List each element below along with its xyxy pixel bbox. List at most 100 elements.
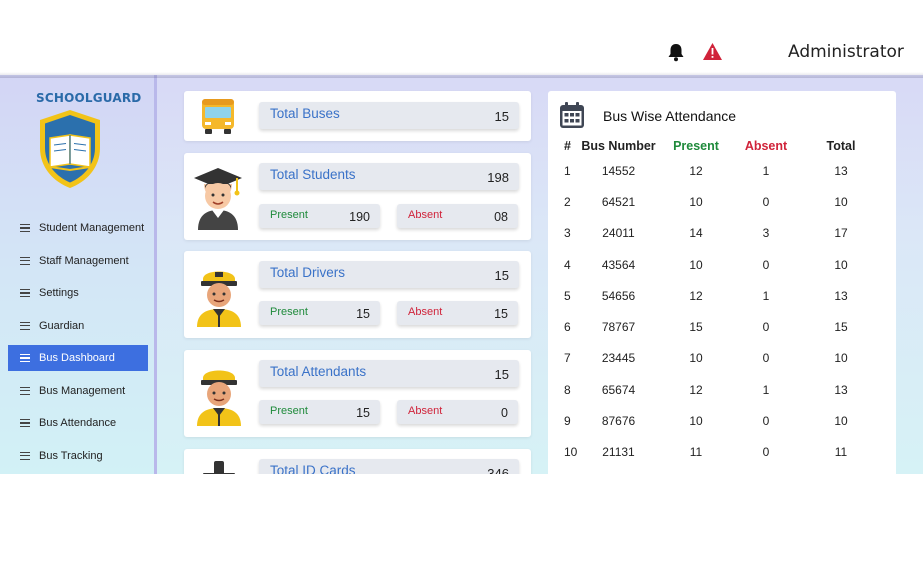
total-count: 13 bbox=[834, 288, 848, 303]
attendance-table: # Bus Number Present Absent Total 1 14552… bbox=[556, 137, 886, 468]
total-count: 10 bbox=[834, 351, 848, 366]
attendants-present-label: Present bbox=[270, 405, 308, 417]
topbar-shadow bbox=[0, 72, 923, 78]
total-buses-pill: Total Buses 15 bbox=[259, 102, 519, 129]
present-count: 10 bbox=[689, 414, 703, 429]
sidebar-item-bus-dashboard[interactable]: Bus Dashboard bbox=[8, 345, 148, 371]
total-count: 17 bbox=[834, 226, 848, 241]
total-students-label: Total Students bbox=[270, 167, 356, 182]
sidebar-item-settings[interactable]: Settings bbox=[8, 280, 148, 306]
total-drivers-pill: Total Drivers 15 bbox=[259, 261, 519, 288]
sidebar-item-label: Staff Management bbox=[39, 254, 129, 267]
students-present-pill: Present 190 bbox=[259, 204, 380, 228]
menu-icon bbox=[20, 451, 30, 460]
column-header-present: Present bbox=[673, 139, 719, 153]
bus-number: 14552 bbox=[601, 163, 636, 178]
table-row: 9 87676 10 0 10 bbox=[556, 405, 886, 436]
alert-triangle-icon[interactable] bbox=[702, 42, 723, 61]
table-row: 5 54656 12 1 13 bbox=[556, 280, 886, 311]
total-drivers-label: Total Drivers bbox=[270, 265, 346, 280]
app-body: SCHOOLGUARD Student Management Staff Man… bbox=[0, 75, 923, 474]
total-count: 10 bbox=[834, 257, 848, 272]
sidebar-item-bus-attendance[interactable]: Bus Attendance bbox=[8, 410, 148, 436]
sidebar-item-label: Guardian bbox=[39, 319, 85, 332]
total-count: 15 bbox=[834, 320, 848, 335]
bus-number: 23445 bbox=[601, 351, 636, 366]
students-absent-label: Absent bbox=[408, 209, 443, 221]
table-row: 8 65674 12 1 13 bbox=[556, 374, 886, 405]
total-count: 13 bbox=[834, 163, 848, 178]
row-number: 1 bbox=[564, 163, 571, 178]
bus-number: 21131 bbox=[602, 445, 635, 460]
present-count: 10 bbox=[689, 257, 703, 272]
user-name[interactable]: Administrator bbox=[788, 42, 904, 62]
bus-number: 65674 bbox=[601, 382, 636, 397]
absent-count: 0 bbox=[762, 257, 770, 272]
menu-icon bbox=[20, 289, 30, 297]
brand-name: SCHOOLGUARD bbox=[36, 91, 142, 105]
column-header-bus-number: Bus Number bbox=[581, 139, 656, 153]
bus-number: 24011 bbox=[602, 226, 635, 241]
bus-wise-attendance-panel: Bus Wise Attendance # Bus Number Present… bbox=[548, 91, 896, 474]
sidebar-item-label: Bus Attendance bbox=[39, 417, 117, 429]
table-row: 10 21131 11 0 11 bbox=[556, 437, 886, 468]
total-count: 13 bbox=[834, 382, 848, 397]
students-present-label: Present bbox=[270, 209, 308, 221]
total-drivers-card: Total Drivers 15 Present 15 Absent 15 bbox=[184, 251, 531, 338]
students-absent-pill: Absent 08 bbox=[397, 204, 518, 228]
menu-icon bbox=[20, 386, 30, 395]
students-present-value: 190 bbox=[349, 210, 370, 224]
present-count: 14 bbox=[689, 226, 703, 241]
present-count: 15 bbox=[689, 320, 703, 335]
absent-count: 3 bbox=[762, 226, 770, 241]
attendants-absent-pill: Absent 0 bbox=[397, 400, 518, 424]
sidebar-item-guardian[interactable]: Guardian bbox=[8, 313, 148, 339]
table-row: 4 43564 10 0 10 bbox=[556, 249, 886, 280]
total-buses-card: Total Buses 15 bbox=[184, 91, 531, 141]
sidebar-item-student-management[interactable]: Student Management bbox=[8, 215, 148, 241]
table-row: 2 64521 10 0 10 bbox=[556, 186, 886, 217]
column-header-absent: Absent bbox=[744, 139, 788, 153]
total-attendants-pill: Total Attendants 15 bbox=[259, 360, 519, 387]
total-id-cards-pill: Total ID Cards 346 bbox=[259, 459, 519, 474]
drivers-absent-label: Absent bbox=[408, 306, 443, 318]
absent-count: 1 bbox=[762, 288, 770, 303]
bus-icon bbox=[202, 99, 234, 134]
row-number: 8 bbox=[564, 382, 571, 397]
menu-icon bbox=[20, 321, 30, 330]
present-count: 12 bbox=[689, 382, 703, 397]
attendants-absent-value: 0 bbox=[501, 406, 508, 420]
sidebar-item-staff-management[interactable]: Staff Management bbox=[8, 248, 148, 274]
attendant-icon bbox=[197, 370, 241, 426]
sidebar-item-bus-management[interactable]: Bus Management bbox=[8, 378, 148, 404]
table-row: 6 78767 15 0 15 bbox=[556, 311, 886, 342]
sidebar-menu: Student Management Staff Management Sett… bbox=[8, 215, 148, 474]
total-students-pill: Total Students 198 bbox=[259, 163, 519, 190]
row-number: 6 bbox=[564, 320, 571, 335]
sidebar-item-bus-tracking[interactable]: Bus Tracking bbox=[8, 443, 148, 469]
bell-icon[interactable] bbox=[666, 42, 686, 62]
drivers-present-value: 15 bbox=[356, 307, 370, 321]
id-card-icon bbox=[203, 461, 235, 474]
total-drivers-value: 15 bbox=[494, 268, 509, 283]
attendance-title: Bus Wise Attendance bbox=[603, 108, 737, 124]
absent-count: 1 bbox=[762, 163, 770, 178]
total-id-cards-value: 346 bbox=[487, 466, 509, 474]
drivers-present-label: Present bbox=[270, 306, 308, 318]
drivers-absent-value: 15 bbox=[494, 307, 508, 321]
total-attendants-value: 15 bbox=[494, 367, 509, 382]
bus-number: 54656 bbox=[601, 288, 636, 303]
row-number: 3 bbox=[564, 226, 571, 241]
menu-icon bbox=[20, 354, 30, 362]
total-buses-value: 15 bbox=[494, 109, 509, 124]
sidebar-item-label: Student Management bbox=[39, 222, 145, 234]
row-number: 9 bbox=[564, 414, 571, 429]
schoolguard-logo bbox=[40, 110, 100, 188]
sidebar-item-label: Bus Management bbox=[39, 384, 126, 397]
row-number: 10 bbox=[564, 445, 578, 460]
total-students-card: Total Students 198 Present 190 Absent 08 bbox=[184, 153, 531, 240]
bus-number: 78767 bbox=[601, 320, 636, 335]
absent-count: 0 bbox=[762, 351, 770, 366]
menu-icon bbox=[20, 419, 30, 427]
total-count: 10 bbox=[834, 194, 848, 209]
